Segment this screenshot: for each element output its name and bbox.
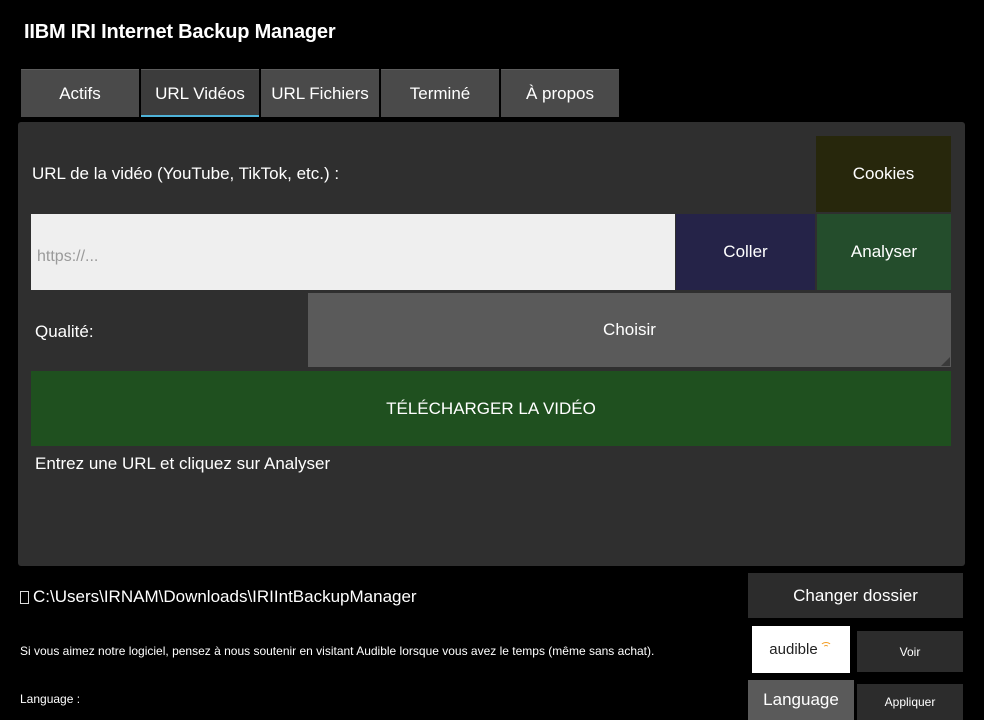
- tab-a-propos[interactable]: À propos: [501, 69, 619, 117]
- audible-logo[interactable]: audible: [752, 626, 850, 673]
- folder-path-text: C:\Users\IRNAM\Downloads\IRIIntBackupMan…: [33, 587, 417, 606]
- change-folder-button[interactable]: Changer dossier: [748, 573, 963, 618]
- quality-select-label: Choisir: [603, 320, 656, 339]
- app-title: IIBM IRI Internet Backup Manager: [24, 21, 336, 43]
- audible-waves-icon: [819, 640, 833, 650]
- tab-termine[interactable]: Terminé: [381, 69, 499, 117]
- paste-button[interactable]: Coller: [676, 214, 815, 290]
- cookies-button[interactable]: Cookies: [816, 136, 951, 212]
- tab-url-videos[interactable]: URL Vidéos: [141, 69, 259, 117]
- view-button[interactable]: Voir: [857, 631, 963, 672]
- quality-label: Qualité:: [35, 322, 94, 341]
- dropdown-corner-icon: [941, 357, 950, 366]
- audible-logo-text: audible: [769, 641, 818, 658]
- quality-select[interactable]: Choisir: [308, 293, 951, 367]
- language-select[interactable]: Language: [748, 680, 854, 720]
- status-text: Entrez une URL et cliquez sur Analyser: [35, 454, 331, 473]
- folder-icon: [20, 590, 29, 604]
- download-video-button[interactable]: TÉLÉCHARGER LA VIDÉO: [31, 371, 951, 446]
- url-label: URL de la vidéo (YouTube, TikTok, etc.) …: [32, 164, 340, 183]
- tab-actifs[interactable]: Actifs: [21, 69, 139, 117]
- apply-button[interactable]: Appliquer: [857, 684, 963, 720]
- download-folder-path: C:\Users\IRNAM\Downloads\IRIIntBackupMan…: [20, 587, 417, 607]
- language-label: Language :: [20, 692, 81, 706]
- support-message: Si vous aimez notre logiciel, pensez à n…: [20, 644, 655, 658]
- tab-url-fichiers[interactable]: URL Fichiers: [261, 69, 379, 117]
- url-input[interactable]: [31, 214, 675, 290]
- analyze-button[interactable]: Analyser: [817, 214, 951, 290]
